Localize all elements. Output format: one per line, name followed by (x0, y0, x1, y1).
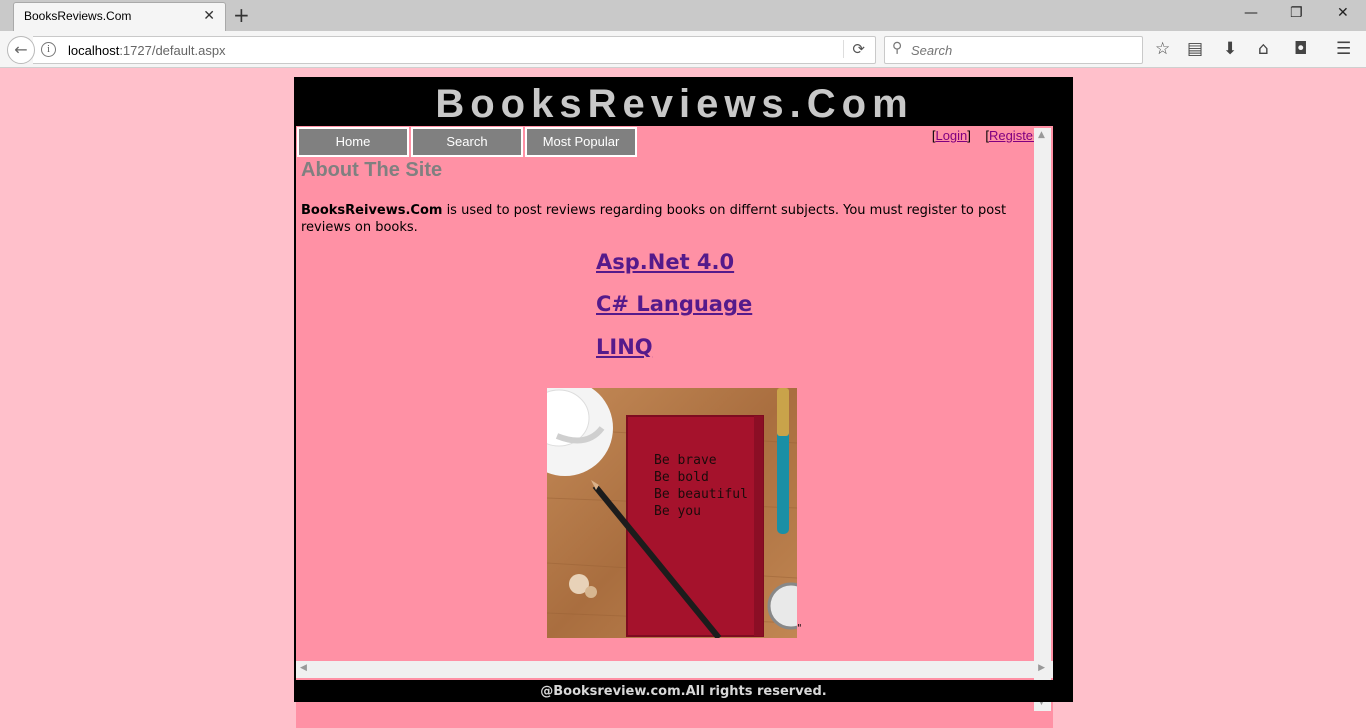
back-arrow-icon[interactable]: ← (7, 36, 35, 64)
restore-icon[interactable]: ❐ (1290, 5, 1303, 21)
scroll-up-icon[interactable]: ▲ (1038, 130, 1045, 140)
tab-title: BooksReviews.Com (24, 9, 132, 23)
about-title: About The Site (301, 159, 443, 181)
url-text: localhost:1727/default.aspx (68, 43, 226, 58)
image-trailing-mark: " (797, 623, 802, 634)
intro-brand: BooksReivews.Com (301, 203, 443, 218)
horizontal-scrollbar[interactable]: ◀ ▶ (296, 661, 1053, 678)
image-line-4: Be you (654, 504, 701, 519)
minimize-icon[interactable]: — (1244, 5, 1258, 21)
scroll-right-icon[interactable]: ▶ (1038, 663, 1045, 673)
search-icon: ⚲ (892, 40, 903, 56)
main-content: Home Search Most Popular [Login] [Regist… (296, 126, 1053, 728)
vertical-scrollbar[interactable]: ▲ ▼ (1034, 128, 1051, 711)
site-header: BooksReviews.Com (296, 79, 1053, 126)
link-csharp[interactable]: C# Language (596, 292, 752, 316)
scroll-left-icon[interactable]: ◀ (300, 663, 307, 673)
auth-links: [Login] [Register] (931, 128, 1041, 143)
window-close-icon[interactable]: ✕ (1337, 5, 1349, 21)
notebook-illustration: Be brave Be bold Be beautiful Be you (547, 388, 797, 638)
site-frame: BooksReviews.Com Home Search Most Popula… (294, 77, 1073, 728)
notebook-image: Be brave Be bold Be beautiful Be you (547, 388, 797, 638)
register-link[interactable]: Register (989, 128, 1037, 143)
login-link[interactable]: Login (935, 128, 967, 143)
pocket-icon[interactable]: ◘ (1294, 39, 1307, 59)
reload-icon[interactable]: ⟳ (843, 40, 865, 58)
link-linq[interactable]: LINQ (596, 335, 653, 359)
url-path: :1727/default.aspx (119, 43, 226, 58)
browser-tab[interactable]: BooksReviews.Com ✕ (13, 2, 226, 31)
menu-icon[interactable]: ☰ (1336, 39, 1351, 59)
home-icon[interactable]: ⌂ (1258, 39, 1269, 59)
menu-search[interactable]: Search (411, 127, 523, 157)
bookmark-star-icon[interactable]: ☆ (1155, 39, 1170, 59)
intro-paragraph: BooksReivews.Com is used to post reviews… (301, 202, 1031, 236)
browser-toolbar: i localhost:1727/default.aspx ⟳ ← ⚲ ☆ ▤ … (0, 31, 1366, 68)
info-icon[interactable]: i (41, 42, 56, 57)
tab-close-icon[interactable]: ✕ (203, 8, 215, 24)
site-title: BooksReviews.Com (435, 82, 914, 126)
new-tab-icon[interactable]: + (233, 4, 250, 26)
url-host: localhost (68, 43, 120, 58)
download-icon[interactable]: ⬇ (1223, 39, 1237, 59)
address-bar[interactable]: i localhost:1727/default.aspx ⟳ (33, 36, 876, 64)
browser-tab-bar: BooksReviews.Com ✕ + — ❐ ✕ (0, 0, 1366, 31)
search-box[interactable]: ⚲ (884, 36, 1143, 64)
reading-list-icon[interactable]: ▤ (1187, 39, 1203, 59)
menu-most-popular[interactable]: Most Popular (525, 127, 637, 157)
site-footer: @Booksreview.com.All rights reserved. (294, 680, 1073, 702)
image-line-2: Be bold (654, 470, 709, 485)
image-line-1: Be brave (654, 453, 717, 468)
image-line-3: Be beautiful (654, 487, 748, 502)
menu-home[interactable]: Home (297, 127, 409, 157)
link-aspnet[interactable]: Asp.Net 4.0 (596, 250, 734, 274)
search-input[interactable] (911, 41, 1131, 59)
footer-text: @Booksreview.com.All rights reserved. (540, 684, 827, 699)
